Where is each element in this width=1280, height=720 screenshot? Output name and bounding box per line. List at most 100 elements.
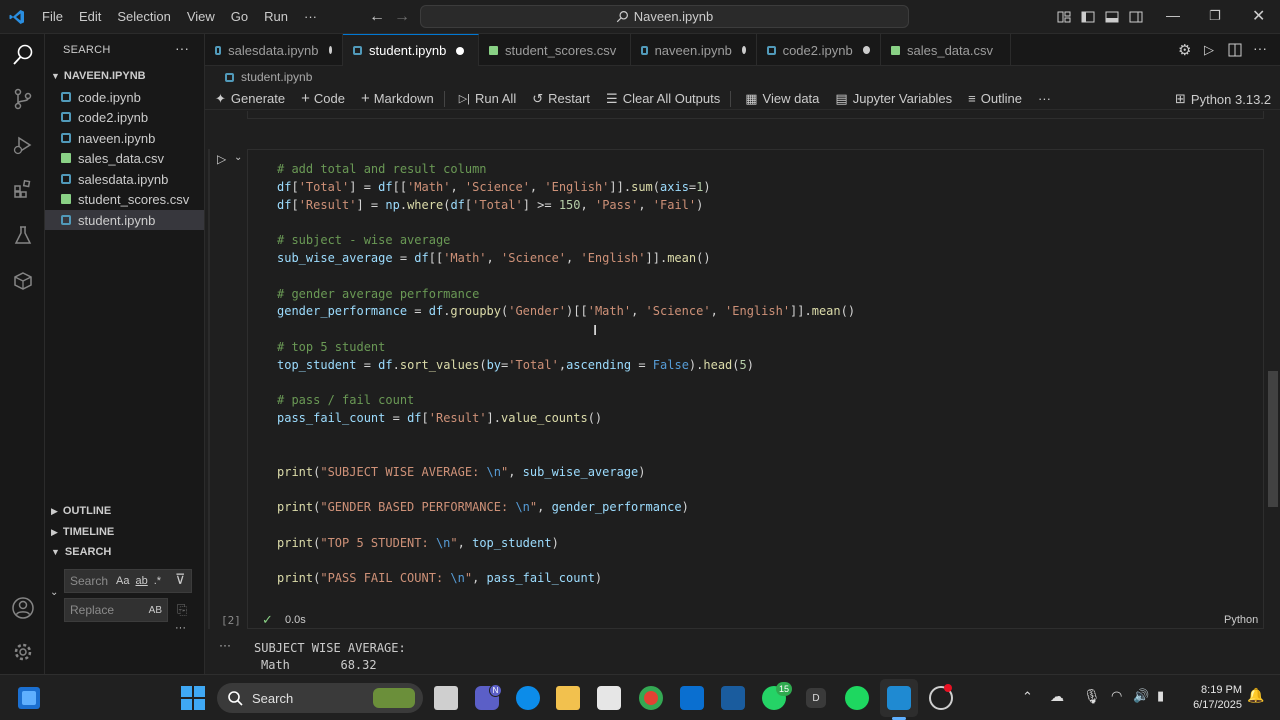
match-case-toggle[interactable]: Aa	[116, 575, 129, 587]
split-editor-icon[interactable]	[1228, 43, 1242, 57]
chrome-icon[interactable]	[639, 686, 663, 710]
outline-button[interactable]: ≡ Outline	[968, 91, 1022, 106]
match-word-toggle[interactable]: ab	[136, 575, 148, 587]
command-center-search[interactable]: Naveen.ipynb	[420, 5, 909, 28]
section-search[interactable]: ▼ SEARCH	[51, 542, 201, 562]
menu-view[interactable]: View	[179, 9, 223, 24]
clock[interactable]: 8:19 PM 6/17/2025	[1184, 683, 1242, 713]
more-editor-actions-icon[interactable]: ···	[1253, 40, 1267, 56]
close-icon[interactable]: ✕	[1252, 6, 1265, 26]
file-item-active[interactable]: student.ipynb	[45, 210, 204, 230]
menu-more[interactable]: ···	[296, 9, 325, 24]
preserve-case-toggle[interactable]: AB	[149, 605, 162, 616]
back-arrow-icon[interactable]: ←	[369, 8, 385, 26]
file-item[interactable]: code.ipynb	[45, 87, 204, 107]
tab-sales-data[interactable]: sales_data.csv	[881, 34, 1011, 66]
file-explorer-icon[interactable]	[556, 686, 580, 710]
store-icon[interactable]	[597, 686, 621, 710]
menu-go[interactable]: Go	[223, 9, 256, 24]
forward-arrow-icon[interactable]: →	[394, 8, 410, 26]
menu-file[interactable]: File	[34, 9, 71, 24]
toolbar-more-button[interactable]: ···	[1038, 91, 1051, 106]
replace-all-icon[interactable]: ⎘	[177, 602, 187, 618]
code-content[interactable]: # add total and result column df['Total'…	[277, 161, 855, 588]
toggle-secondary-sidebar-icon[interactable]	[1128, 9, 1144, 25]
d-app-icon[interactable]: D	[806, 688, 826, 708]
toggle-primary-sidebar-icon[interactable]	[1080, 9, 1096, 25]
kernel-picker[interactable]: ⊞ Python 3.13.2	[1175, 91, 1271, 107]
cell-language[interactable]: Python	[1224, 614, 1258, 626]
tab-student[interactable]: student.ipynb	[343, 34, 479, 66]
jupyter-variables-button[interactable]: ▤ Jupyter Variables	[835, 91, 952, 107]
run-options-chevron-icon[interactable]: ⌄	[234, 152, 242, 163]
replace-input[interactable]: Replace AB	[64, 598, 168, 622]
onedrive-icon[interactable]: ☁	[1050, 688, 1064, 705]
file-item[interactable]: code2.ipynb	[45, 107, 204, 127]
filter-icon[interactable]: ⊽	[175, 571, 185, 588]
run-play-icon[interactable]: ▷	[1204, 42, 1214, 58]
add-code-button[interactable]: + Code	[301, 90, 345, 107]
generate-button[interactable]: ✦ Generate	[215, 91, 285, 107]
menu-run[interactable]: Run	[256, 9, 296, 24]
edge-icon[interactable]	[516, 686, 540, 710]
folder-header[interactable]: ▼ NAVEEN.IPYNB	[51, 66, 201, 86]
breadcrumb[interactable]: student.ipynb	[205, 66, 1280, 88]
unsaved-dot-icon[interactable]	[741, 46, 746, 54]
more-actions-icon[interactable]: ···	[175, 622, 186, 634]
menu-edit[interactable]: Edit	[71, 9, 109, 24]
taskbar-search-box[interactable]: Search	[217, 683, 423, 713]
regex-toggle[interactable]: .*	[154, 575, 161, 587]
battery-icon[interactable]: ▮	[1157, 688, 1164, 704]
outlook-icon[interactable]	[680, 686, 704, 710]
menu-selection[interactable]: Selection	[109, 9, 178, 24]
unsaved-dot-icon[interactable]	[456, 46, 465, 55]
microphone-icon[interactable]: 🎙	[1083, 688, 1101, 705]
customize-layout-icon[interactable]	[1056, 9, 1072, 25]
run-debug-icon[interactable]	[10, 132, 36, 158]
show-hidden-icons-chevron[interactable]: ⌃	[1022, 689, 1033, 705]
testing-flask-icon[interactable]	[10, 222, 36, 248]
task-view-icon[interactable]	[434, 686, 458, 710]
settings-gear-icon[interactable]	[10, 639, 36, 665]
volume-icon[interactable]: 🔊	[1133, 688, 1149, 704]
run-cell-icon[interactable]: ▷	[217, 152, 226, 166]
app-icon[interactable]	[721, 686, 745, 710]
tab-code2[interactable]: code2.ipynb	[757, 34, 881, 66]
unsaved-dot-icon[interactable]	[862, 46, 870, 54]
extensions-icon[interactable]	[10, 176, 36, 202]
windows-start-icon[interactable]	[181, 686, 205, 710]
tab-student-scores[interactable]: student_scores.csv	[479, 34, 631, 66]
spotify-icon[interactable]	[845, 686, 869, 710]
jupyter-kernel-icon[interactable]	[10, 268, 36, 294]
editor-scrollbar[interactable]	[1268, 371, 1278, 507]
search-input[interactable]: Search Aa ab .*	[64, 569, 192, 593]
restart-button[interactable]: ↺ Restart	[532, 91, 590, 107]
search-icon[interactable]	[10, 42, 36, 68]
minimize-icon[interactable]: —	[1166, 7, 1180, 23]
toggle-panel-icon[interactable]	[1104, 9, 1120, 25]
notifications-bell-icon[interactable]: 🔔	[1247, 687, 1264, 704]
view-data-button[interactable]: ▦ View data	[745, 91, 819, 107]
gear-icon[interactable]: ⚙	[1178, 41, 1191, 59]
section-timeline[interactable]: ▶ TIMELINE	[51, 522, 201, 542]
unsaved-dot-icon[interactable]	[328, 46, 332, 54]
file-item[interactable]: student_scores.csv	[45, 189, 204, 209]
file-item[interactable]: naveen.ipynb	[45, 128, 204, 148]
file-item[interactable]: salesdata.ipynb	[45, 169, 204, 189]
wifi-icon[interactable]: ◠	[1111, 688, 1122, 704]
source-control-icon[interactable]	[10, 86, 36, 112]
run-all-button[interactable]: ▷| Run All	[459, 91, 517, 106]
sidebar-more-icon[interactable]: ···	[175, 40, 189, 56]
restore-icon[interactable]: ❐	[1209, 8, 1221, 24]
output-more-icon[interactable]: ···	[219, 638, 231, 652]
accounts-icon[interactable]	[10, 595, 36, 621]
add-markdown-button[interactable]: + Markdown	[361, 90, 434, 107]
section-outline[interactable]: ▶ OUTLINE	[51, 501, 201, 521]
tab-naveen[interactable]: naveen.ipynb	[631, 34, 757, 66]
tab-salesdata[interactable]: salesdata.ipynb	[205, 34, 343, 66]
file-item[interactable]: sales_data.csv	[45, 148, 204, 168]
widgets-icon[interactable]	[18, 687, 40, 709]
clear-outputs-button[interactable]: ☰ Clear All Outputs	[606, 91, 720, 107]
toggle-replace-chevron-icon[interactable]: ⌄	[50, 587, 58, 598]
vscode-taskbar-icon[interactable]	[887, 686, 911, 710]
